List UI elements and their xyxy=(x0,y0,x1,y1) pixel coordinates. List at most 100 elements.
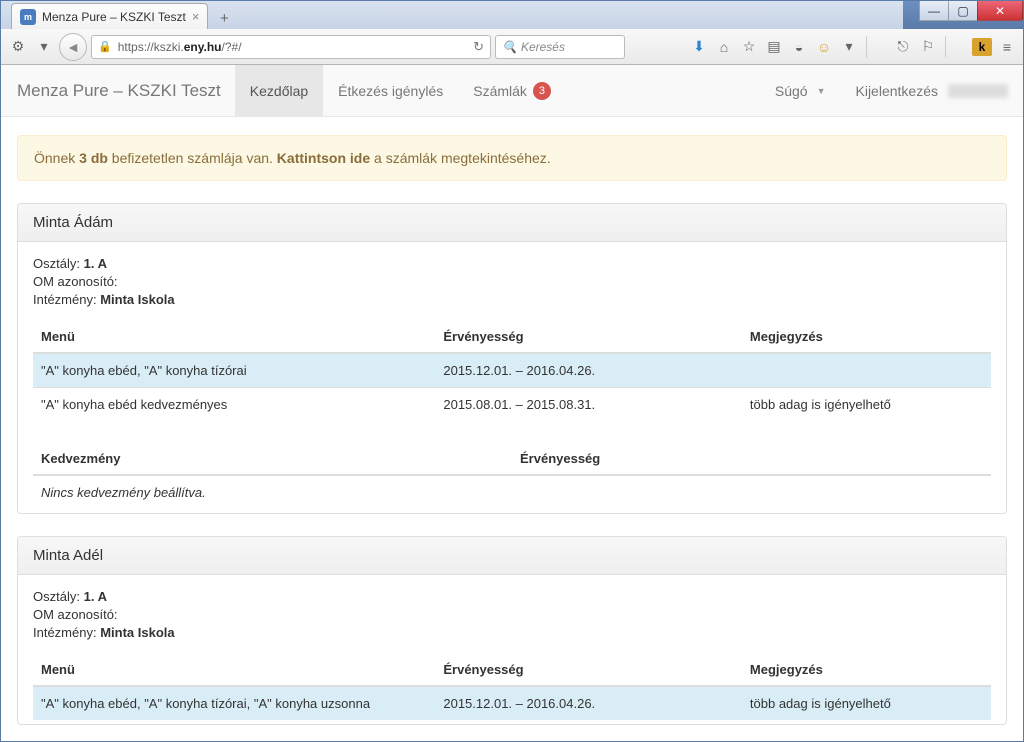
student-name-header: Minta Adél xyxy=(18,537,1006,575)
alert-link: Kattintson ide xyxy=(277,150,370,166)
separator-icon xyxy=(945,36,965,58)
browser-window: m Menza Pure – KSZKI Teszt × + — ▢ ✕ ⚙ ▾… xyxy=(0,0,1024,742)
url-text: https://kszki.eny.hu/?#/ xyxy=(118,40,242,54)
chevron-down-icon: ▼ xyxy=(817,86,826,96)
window-maximize-button[interactable]: ▢ xyxy=(948,1,978,21)
k-addon-icon[interactable]: k xyxy=(972,38,992,56)
alert-post: a számlák megtekintéséhez. xyxy=(370,150,551,166)
app-navbar: Menza Pure – KSZKI Teszt Kezdőlap Étkezé… xyxy=(1,65,1023,117)
alert-mid: befizetetlen számlája van. xyxy=(108,150,277,166)
cell-validity: 2015.08.01. – 2015.08.31. xyxy=(435,388,742,422)
table-row[interactable]: "A" konyha ebéd kedvezményes2015.08.01. … xyxy=(33,388,991,422)
download-icon[interactable]: ⬇ xyxy=(689,36,709,58)
username-blurred xyxy=(948,84,1008,98)
tab-favicon-icon: m xyxy=(20,9,36,25)
student-name-header: Minta Ádám xyxy=(18,204,1006,242)
browser-tab-active[interactable]: m Menza Pure – KSZKI Teszt × xyxy=(11,3,208,29)
nav-bills-label: Számlák xyxy=(473,83,527,99)
page-container: Önnek 3 db befizetetlen számlája van. Ka… xyxy=(1,117,1023,741)
col-menu-header: Menü xyxy=(33,321,435,353)
cell-note: több adag is igényelhető xyxy=(742,388,991,422)
search-icon: 🔍 xyxy=(502,40,517,54)
tab-title: Menza Pure – KSZKI Teszt xyxy=(42,10,186,24)
hamburger-menu-icon[interactable]: ≡ xyxy=(997,36,1017,58)
nav-home-label: Kezdőlap xyxy=(250,83,308,99)
search-box[interactable]: 🔍 Keresés xyxy=(495,35,625,59)
table-row[interactable]: "A" konyha ebéd, "A" konyha tízórai2015.… xyxy=(33,353,991,388)
address-bar[interactable]: 🔒 https://kszki.eny.hu/?#/ ↻ xyxy=(91,35,491,59)
window-titlebar: m Menza Pure – KSZKI Teszt × + — ▢ ✕ xyxy=(1,1,1023,29)
page-viewport[interactable]: Menza Pure – KSZKI Teszt Kezdőlap Étkezé… xyxy=(1,65,1023,741)
nav-bills[interactable]: Számlák 3 xyxy=(458,65,566,117)
tag-addon-icon[interactable]: ⚐ xyxy=(918,36,938,58)
table-row[interactable]: "A" konyha ebéd, "A" konyha tízórai, "A"… xyxy=(33,686,991,720)
nav-logout[interactable]: Kijelentkezés xyxy=(841,65,1024,117)
addon-gear-icon[interactable]: ⚙ xyxy=(7,36,29,58)
share-addon-icon[interactable]: ⎋ xyxy=(893,36,913,58)
nav-home[interactable]: Kezdőlap xyxy=(235,65,323,117)
col-validity-header: Érvényesség xyxy=(435,321,742,353)
col-discount-validity-header: Érvényesség xyxy=(512,443,991,475)
meta-osztaly: Osztály: 1. A xyxy=(33,589,991,604)
reading-list-icon[interactable]: ▤ xyxy=(764,36,784,58)
smiley-addon-icon[interactable]: ☺ xyxy=(814,36,834,58)
bills-badge: 3 xyxy=(533,82,551,100)
url-host: eny.hu xyxy=(184,40,222,54)
url-prefix: https://kszki. xyxy=(118,40,184,54)
meta-intezmeny: Intézmény: Minta Iskola xyxy=(33,625,991,640)
nav-order[interactable]: Étkezés igénylés xyxy=(323,65,458,117)
student-panel: Minta Ádám Osztály: 1. A OM azonosító: Int… xyxy=(17,203,1007,514)
cell-note: több adag is igényelhető xyxy=(742,686,991,720)
window-close-button[interactable]: ✕ xyxy=(977,1,1023,21)
cell-note xyxy=(742,353,991,388)
cell-validity: 2015.12.01. – 2016.04.26. xyxy=(435,353,742,388)
cell-empty: Nincs kedvezmény beállítva. xyxy=(33,475,991,509)
student-panel-body: Osztály: 1. A OM azonosító: Intézmény: Mi… xyxy=(18,575,1006,724)
col-menu-header: Menü xyxy=(33,654,435,686)
window-buttons: — ▢ ✕ xyxy=(920,1,1023,21)
dropdown-icon[interactable]: ▾ xyxy=(839,36,859,58)
window-minimize-button[interactable]: — xyxy=(919,1,949,21)
cell-menu: "A" konyha ebéd, "A" konyha tízórai, "A"… xyxy=(33,686,435,720)
alert-count: 3 db xyxy=(79,150,108,166)
back-button[interactable]: ◄ xyxy=(59,33,87,61)
student-panel: Minta Adél Osztály: 1. A OM azonosító: Int… xyxy=(17,536,1007,725)
table-row: Nincs kedvezmény beállítva. xyxy=(33,475,991,509)
unpaid-bills-alert[interactable]: Önnek 3 db befizetetlen számlája van. Ka… xyxy=(17,135,1007,181)
cell-validity: 2015.12.01. – 2016.04.26. xyxy=(435,686,742,720)
bookmark-star-icon[interactable]: ☆ xyxy=(739,36,759,58)
cell-menu: "A" konyha ebéd, "A" konyha tízórai xyxy=(33,353,435,388)
meta-om: OM azonosító: xyxy=(33,607,991,622)
lock-icon: 🔒 xyxy=(98,40,112,53)
meta-intezmeny: Intézmény: Minta Iskola xyxy=(33,292,991,307)
browser-navbar: ⚙ ▾ ◄ 🔒 https://kszki.eny.hu/?#/ ↻ 🔍 Ker… xyxy=(1,29,1023,65)
tab-close-icon[interactable]: × xyxy=(192,9,200,24)
meta-om: OM azonosító: xyxy=(33,274,991,289)
col-note-header: Megjegyzés xyxy=(742,321,991,353)
nav-order-label: Étkezés igénylés xyxy=(338,83,443,99)
new-tab-button[interactable]: + xyxy=(212,7,236,29)
nav-help-label: Súgó xyxy=(775,83,808,99)
brand-title[interactable]: Menza Pure – KSZKI Teszt xyxy=(17,81,235,101)
col-discount-header: Kedvezmény xyxy=(33,443,512,475)
alert-pre: Önnek xyxy=(34,150,79,166)
home-icon[interactable]: ⌂ xyxy=(714,36,734,58)
menu-table: MenüÉrvényességMegjegyzés"A" konyha ebéd… xyxy=(33,321,991,421)
browser-tabbar: m Menza Pure – KSZKI Teszt × + xyxy=(1,1,903,29)
nav-logout-label: Kijelentkezés xyxy=(856,83,939,99)
toolbar-icons: ⬇ ⌂ ☆ ▤ ◒ ☺ ▾ ⎋ ⚐ k ≡ xyxy=(689,36,1017,58)
search-placeholder: Keresés xyxy=(521,40,565,54)
url-path: /?#/ xyxy=(222,40,242,54)
nav-help[interactable]: Súgó ▼ xyxy=(760,65,841,117)
col-note-header: Megjegyzés xyxy=(742,654,991,686)
student-panel-body: Osztály: 1. A OM azonosító: Intézmény: Mi… xyxy=(18,242,1006,513)
meta-osztaly: Osztály: 1. A xyxy=(33,256,991,271)
separator-icon xyxy=(866,36,886,58)
col-validity-header: Érvényesség xyxy=(435,654,742,686)
reload-icon[interactable]: ↻ xyxy=(473,39,484,55)
discount-table: KedvezményÉrvényességNincs kedvezmény be… xyxy=(33,443,991,509)
cell-menu: "A" konyha ebéd kedvezményes xyxy=(33,388,435,422)
menu-table: MenüÉrvényességMegjegyzés "A" konyha ebéd… xyxy=(33,654,991,720)
pocket-icon[interactable]: ◒ xyxy=(789,36,809,58)
addon-dropdown-icon[interactable]: ▾ xyxy=(33,36,55,58)
